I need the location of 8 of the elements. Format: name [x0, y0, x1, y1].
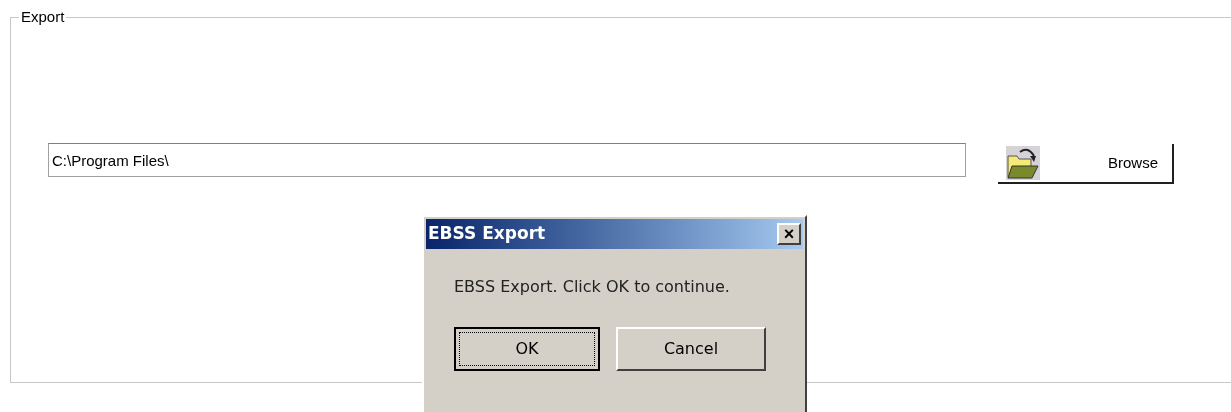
folder-icon — [1006, 146, 1040, 180]
dialog-button[interactable]: OK — [454, 327, 600, 371]
dialog-button[interactable]: Cancel — [616, 327, 766, 371]
dialog-title: EBSS Export — [428, 222, 546, 246]
path-input-field[interactable]: C:\Program Files\ — [48, 143, 966, 177]
browse-button[interactable]: Browse — [998, 144, 1174, 184]
close-button[interactable]: × — [777, 223, 801, 245]
dialog-message: EBSS Export. Click OK to continue. — [454, 276, 731, 298]
